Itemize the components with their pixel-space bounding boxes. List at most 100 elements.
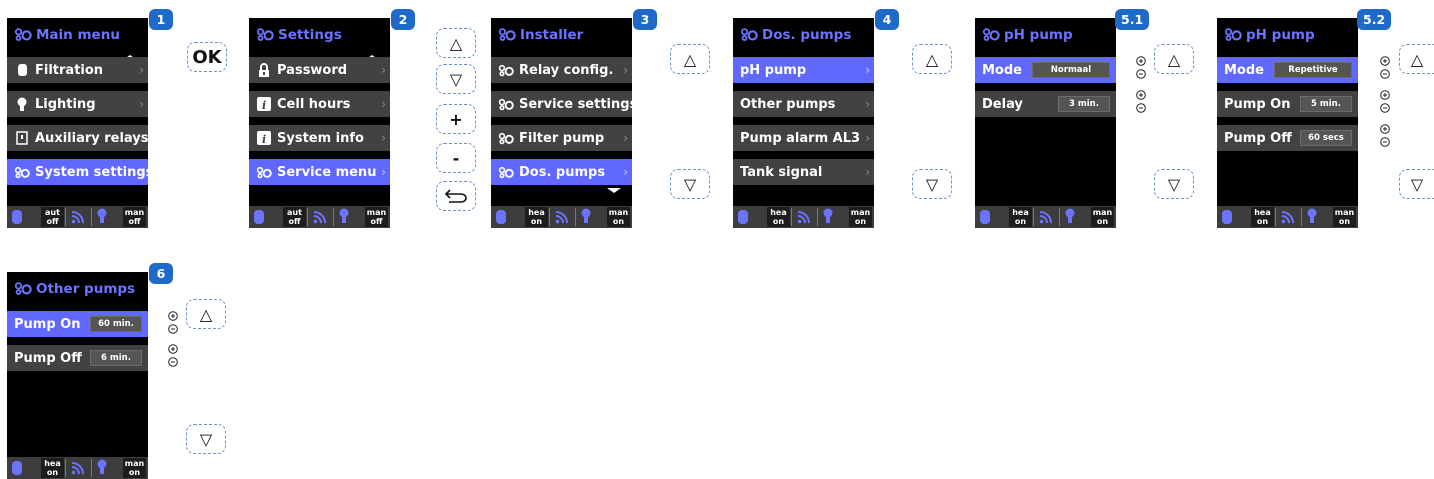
down-button[interactable]: ▽: [1399, 169, 1434, 199]
status-bar: hea on man on: [7, 457, 148, 479]
down-button[interactable]: ▽: [670, 169, 710, 199]
menu-item-auxiliary-relays[interactable]: Auxiliary relays ›: [7, 125, 148, 151]
chevron-right-icon: ›: [865, 131, 870, 145]
screen-ph-pump-repetitive: pH pump Mode Repetitive Pump On 5 min. P…: [1217, 18, 1358, 228]
ok-button[interactable]: OK: [187, 42, 227, 72]
status-bar: hea on man on: [975, 206, 1116, 228]
down-button[interactable]: ▽: [186, 424, 226, 454]
screen-other-pumps: Other pumps Pump On 60 min. Pump Off 6 m…: [7, 272, 148, 479]
menu-item-lighting[interactable]: Lighting ›: [7, 91, 148, 117]
filter-mode-badge: hea on: [41, 458, 64, 478]
delay-value[interactable]: 3 min.: [1058, 96, 1110, 112]
bulb-status-icon: [1307, 208, 1317, 223]
filter-status-icon: [12, 210, 22, 224]
setting-delay[interactable]: Delay 3 min.: [975, 91, 1116, 117]
up-button[interactable]: △: [436, 28, 476, 58]
plus-minus-icon: [168, 311, 178, 334]
menu-item-ph-pump[interactable]: pH pump ›: [733, 57, 874, 83]
mode-value[interactable]: Normaal: [1032, 62, 1110, 78]
plus-minus-icon: [1380, 90, 1390, 113]
setting-pump-off[interactable]: Pump Off 6 min.: [7, 345, 148, 371]
settings-icon: [14, 282, 32, 295]
menu-item-system-settings[interactable]: System settings ›: [7, 159, 148, 185]
chevron-right-icon: ›: [865, 63, 870, 77]
setting-mode[interactable]: Mode Repetitive: [1217, 57, 1358, 83]
up-button[interactable]: △: [912, 44, 952, 74]
settings-icon: [14, 28, 32, 41]
settings-icon: [256, 165, 272, 179]
mode-value[interactable]: Repetitive: [1274, 62, 1352, 78]
menu-item-service-settings[interactable]: Service settings ›: [491, 91, 632, 117]
light-mode-badge: man off: [123, 207, 146, 227]
pump-off-value[interactable]: 6 min.: [90, 350, 142, 366]
divider: [65, 208, 66, 226]
menu-item-dos-pumps[interactable]: Dos. pumps ›: [491, 159, 632, 185]
screen-title: Other pumps: [7, 272, 148, 305]
plus-minus-icon: [168, 344, 178, 367]
back-button[interactable]: [436, 181, 476, 211]
divider: [1275, 208, 1276, 226]
light-mode-badge: man on: [1091, 207, 1114, 227]
divider: [91, 459, 92, 477]
bulb-status-icon: [339, 208, 349, 223]
settings-icon: [14, 165, 30, 179]
pump-on-value[interactable]: 60 min.: [90, 316, 142, 332]
menu-item-filter-pump[interactable]: Filter pump ›: [491, 125, 632, 151]
light-mode-badge: man on: [123, 458, 146, 478]
pump-off-value[interactable]: 60 secs: [1300, 130, 1352, 146]
menu-item-service-menu[interactable]: Service menu ›: [249, 159, 390, 185]
menu-item-filtration[interactable]: Filtration ›: [7, 57, 148, 83]
bulb-icon: [14, 97, 30, 111]
menu-item-system-info[interactable]: i System info ›: [249, 125, 390, 151]
filter-status-icon: [254, 210, 264, 224]
up-button[interactable]: △: [670, 44, 710, 74]
setting-mode[interactable]: Mode Normaal: [975, 57, 1116, 83]
menu-item-other-pumps[interactable]: Other pumps ›: [733, 91, 874, 117]
up-button[interactable]: △: [1399, 44, 1434, 74]
screen-main-menu: Main menu Filtration › Lighting › Auxiliar…: [7, 18, 148, 228]
screen-title: Dos. pumps: [733, 18, 874, 51]
filter-mode-badge: hea on: [1251, 207, 1274, 227]
setting-pump-on[interactable]: Pump On 5 min.: [1217, 91, 1358, 117]
divider: [791, 208, 792, 226]
wifi-icon: [555, 211, 568, 224]
divider: [1033, 208, 1034, 226]
menu-item-tank-signal[interactable]: Tank signal ›: [733, 159, 874, 185]
minus-button[interactable]: -: [436, 143, 476, 173]
pump-on-value[interactable]: 5 min.: [1300, 96, 1352, 112]
chevron-right-icon: ›: [865, 165, 870, 179]
chevron-right-icon: ›: [865, 97, 870, 111]
menu-item-relay-config[interactable]: Relay config. ›: [491, 57, 632, 83]
filter-status-icon: [496, 210, 506, 224]
bulb-status-icon: [97, 459, 107, 474]
step-badge: 6: [149, 263, 173, 284]
down-button[interactable]: ▽: [912, 169, 952, 199]
wifi-icon: [313, 211, 326, 224]
filter-status-icon: [980, 210, 990, 224]
screen-ph-pump-normal: pH pump Mode Normaal Delay 3 min. hea on …: [975, 18, 1116, 228]
setting-pump-on[interactable]: Pump On 60 min.: [7, 311, 148, 337]
menu-item-pump-alarm[interactable]: Pump alarm AL3 ›: [733, 125, 874, 151]
divider: [333, 208, 334, 226]
info-icon: i: [256, 97, 272, 111]
light-mode-badge: man on: [1333, 207, 1356, 227]
down-button[interactable]: ▽: [1154, 169, 1194, 199]
filter-status-icon: [1222, 210, 1232, 224]
down-button[interactable]: ▽: [436, 64, 476, 94]
lock-icon: [256, 62, 272, 77]
wifi-icon: [797, 211, 810, 224]
screen-title: Settings: [249, 18, 390, 51]
settings-icon: [498, 165, 514, 179]
settings-icon: [498, 28, 516, 41]
filter-status-icon: [12, 461, 22, 475]
menu-item-cell-hours[interactable]: i Cell hours ›: [249, 91, 390, 117]
filter-status-icon: [738, 210, 748, 224]
plus-button[interactable]: +: [436, 104, 476, 134]
step-badge: 2: [391, 9, 415, 30]
settings-icon: [498, 63, 514, 77]
setting-pump-off[interactable]: Pump Off 60 secs: [1217, 125, 1358, 151]
up-button[interactable]: △: [186, 299, 226, 329]
chevron-right-icon: ›: [139, 165, 144, 179]
menu-item-password[interactable]: Password ›: [249, 57, 390, 83]
up-button[interactable]: △: [1154, 44, 1194, 74]
